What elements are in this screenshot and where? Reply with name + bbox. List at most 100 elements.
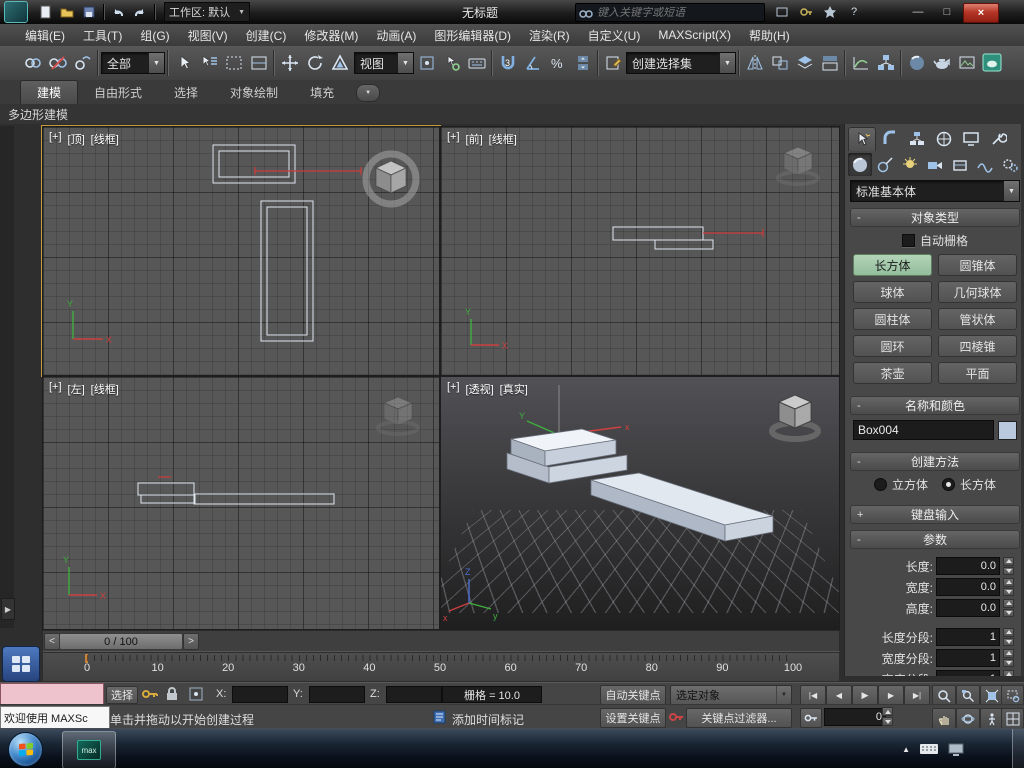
use-pivot-center-icon[interactable] [414,50,439,77]
viewport-name-label[interactable]: [前] [466,131,483,147]
new-scene-icon[interactable] [34,2,56,22]
z-coordinate-field[interactable] [386,686,442,703]
viewcube[interactable] [359,145,423,209]
rectangular-selection-region-icon[interactable] [221,50,246,77]
length-segs-spinner[interactable] [1003,628,1014,646]
align-icon[interactable] [767,50,792,77]
menu-help[interactable]: 帮助(H) [740,25,799,46]
zoom-region-icon[interactable] [1001,685,1024,706]
category-lights[interactable] [898,153,922,176]
menu-modifiers[interactable]: 修改器(M) [295,25,367,46]
flyout-arrow-icon[interactable]: ▶ [1,598,15,620]
menu-graph-editors[interactable]: 图形编辑器(D) [425,25,520,46]
start-button[interactable] [8,732,43,767]
viewport-menu-plus[interactable]: [+] [49,131,62,147]
viewport-perspective[interactable]: [+] [透视] [真实] Y x Z x y [440,376,840,630]
object-color-swatch[interactable] [998,420,1017,440]
width-field[interactable]: 0.0 [936,578,1000,596]
category-helpers[interactable] [948,153,972,176]
selection-label[interactable]: 选择 [106,686,138,704]
tab-create[interactable] [848,127,876,151]
time-slider-next-button[interactable]: > [183,633,199,650]
show-desktop-button[interactable] [1012,729,1024,768]
viewport-layout-tabs-button[interactable] [2,646,40,682]
menu-animation[interactable]: 动画(A) [367,25,425,46]
orbit-view-icon[interactable] [956,708,980,729]
render-production-icon[interactable] [979,50,1004,77]
infocenter-icon[interactable] [772,3,792,21]
select-and-link-icon[interactable] [20,50,45,77]
length-spinner[interactable] [1003,557,1014,575]
width-spinner[interactable] [1003,578,1014,596]
width-segs-spinner[interactable] [1003,649,1014,667]
menu-views[interactable]: 视图(V) [179,25,237,46]
tray-keyboard-icon[interactable] [920,743,938,755]
selected-filter-dropdown[interactable]: 选定对象 ▼ [670,685,792,705]
zoom-all-icon[interactable] [956,685,980,706]
rollout-name-color-header[interactable]: - 名称和颜色 [850,396,1020,415]
select-object-icon[interactable] [171,50,196,77]
polygon-modeling-panel-title[interactable]: 多边形建模 [8,106,68,123]
selection-filter-dropdown[interactable]: 全部 ▼ [101,52,165,74]
tab-hierarchy[interactable] [904,128,930,151]
zoom-icon[interactable] [932,685,956,706]
primitive-torus-button[interactable]: 圆环 [853,335,932,357]
tab-display[interactable] [958,128,984,151]
maximize-viewport-toggle-icon[interactable] [1001,708,1024,729]
undo-icon[interactable] [107,2,129,22]
viewport-name-label[interactable]: [顶] [68,131,85,147]
length-segs-field[interactable]: 1 [936,628,1000,646]
goto-start-button[interactable]: |◀ [800,685,826,705]
tab-modify[interactable] [877,128,903,151]
tab-motion[interactable] [931,128,957,151]
maxscript-macro-recorder[interactable] [0,683,104,706]
time-slider-prev-button[interactable]: < [44,633,60,650]
rollout-parameters-header[interactable]: - 参数 [850,530,1020,549]
menu-tools[interactable]: 工具(T) [74,25,131,46]
tab-utilities[interactable] [985,128,1011,151]
viewcube[interactable] [769,133,827,191]
selection-lock-icon[interactable] [164,685,180,702]
select-and-move-icon[interactable] [277,50,302,77]
viewport-shading-label[interactable]: [线框] [91,131,119,147]
workspace-dropdown[interactable]: 工作区: 默认 ▼ [164,2,251,22]
viewport-shading-label[interactable]: [真实] [500,381,528,397]
material-editor-icon[interactable] [904,50,929,77]
viewport-shading-label[interactable]: [线框] [91,381,119,397]
search-input[interactable] [593,6,764,19]
primitive-sphere-button[interactable]: 球体 [853,281,932,303]
key-filters-button[interactable]: 关键点过滤器... [686,708,792,728]
width-segs-field[interactable]: 1 [936,649,1000,667]
primitive-teapot-button[interactable]: 茶壶 [853,362,932,384]
time-slider-handle[interactable]: 0 / 100 [59,633,183,650]
menu-group[interactable]: 组(G) [131,25,178,46]
current-frame-field[interactable]: 0 [824,708,886,726]
layer-manager-icon[interactable] [792,50,817,77]
mirror-icon[interactable] [742,50,767,77]
rendered-frame-window-icon[interactable] [954,50,979,77]
help-icon[interactable]: ? [844,3,864,21]
render-setup-icon[interactable] [929,50,954,77]
graphite-ribbon-toggle-icon[interactable] [817,50,842,77]
primitive-cylinder-button[interactable]: 圆柱体 [853,308,932,330]
menu-edit[interactable]: 编辑(E) [16,25,74,46]
ribbon-tab-freeform[interactable]: 自由形式 [78,81,158,104]
absolute-mode-toggle-icon[interactable] [188,686,204,702]
ribbon-tab-selection[interactable]: 选择 [158,81,214,104]
category-shapes[interactable] [873,153,897,176]
creation-method-box[interactable]: 长方体 [942,476,996,493]
keyboard-shortcut-override-icon[interactable] [464,50,489,77]
track-bar[interactable]: 0 10 20 30 40 50 60 70 80 90 100 [42,652,840,682]
rollout-creation-method-header[interactable]: - 创建方法 [850,452,1020,471]
auto-key-button[interactable]: 自动关键点 [600,685,666,705]
close-button[interactable]: × [963,3,999,23]
menu-create[interactable]: 创建(C) [237,25,296,46]
category-geometry[interactable] [848,153,872,176]
sign-in-key-icon[interactable] [796,3,816,21]
height-field[interactable]: 0.0 [936,599,1000,617]
spinner-snap-toggle-icon[interactable] [570,50,595,77]
next-frame-button[interactable]: ▶ [878,685,904,705]
unlink-selection-icon[interactable] [45,50,70,77]
key-mode-toggle[interactable] [800,708,822,728]
goto-end-button[interactable]: ▶| [904,685,930,705]
